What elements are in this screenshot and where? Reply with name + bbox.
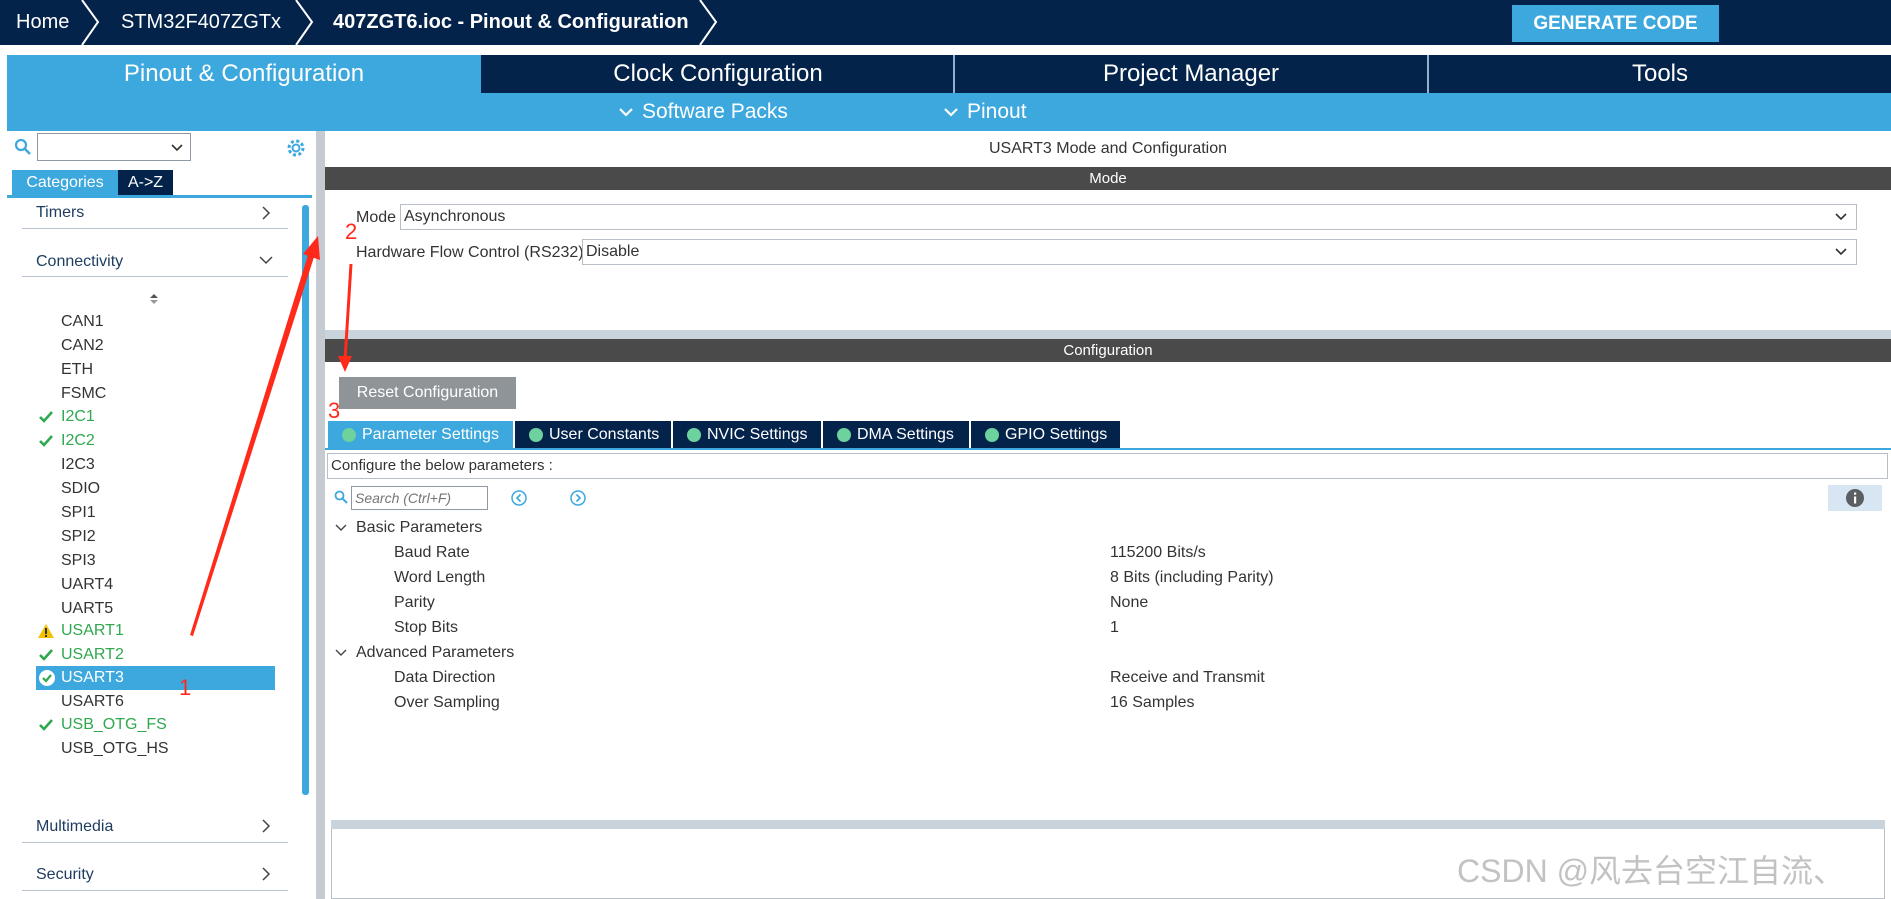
watermark: CSDN @风去台空江自流、	[1457, 853, 1846, 889]
annotation-arrows	[190, 236, 353, 636]
annotation-2: 2	[345, 219, 358, 244]
annotation-1: 1	[179, 675, 192, 700]
annotation-3: 3	[328, 398, 341, 423]
